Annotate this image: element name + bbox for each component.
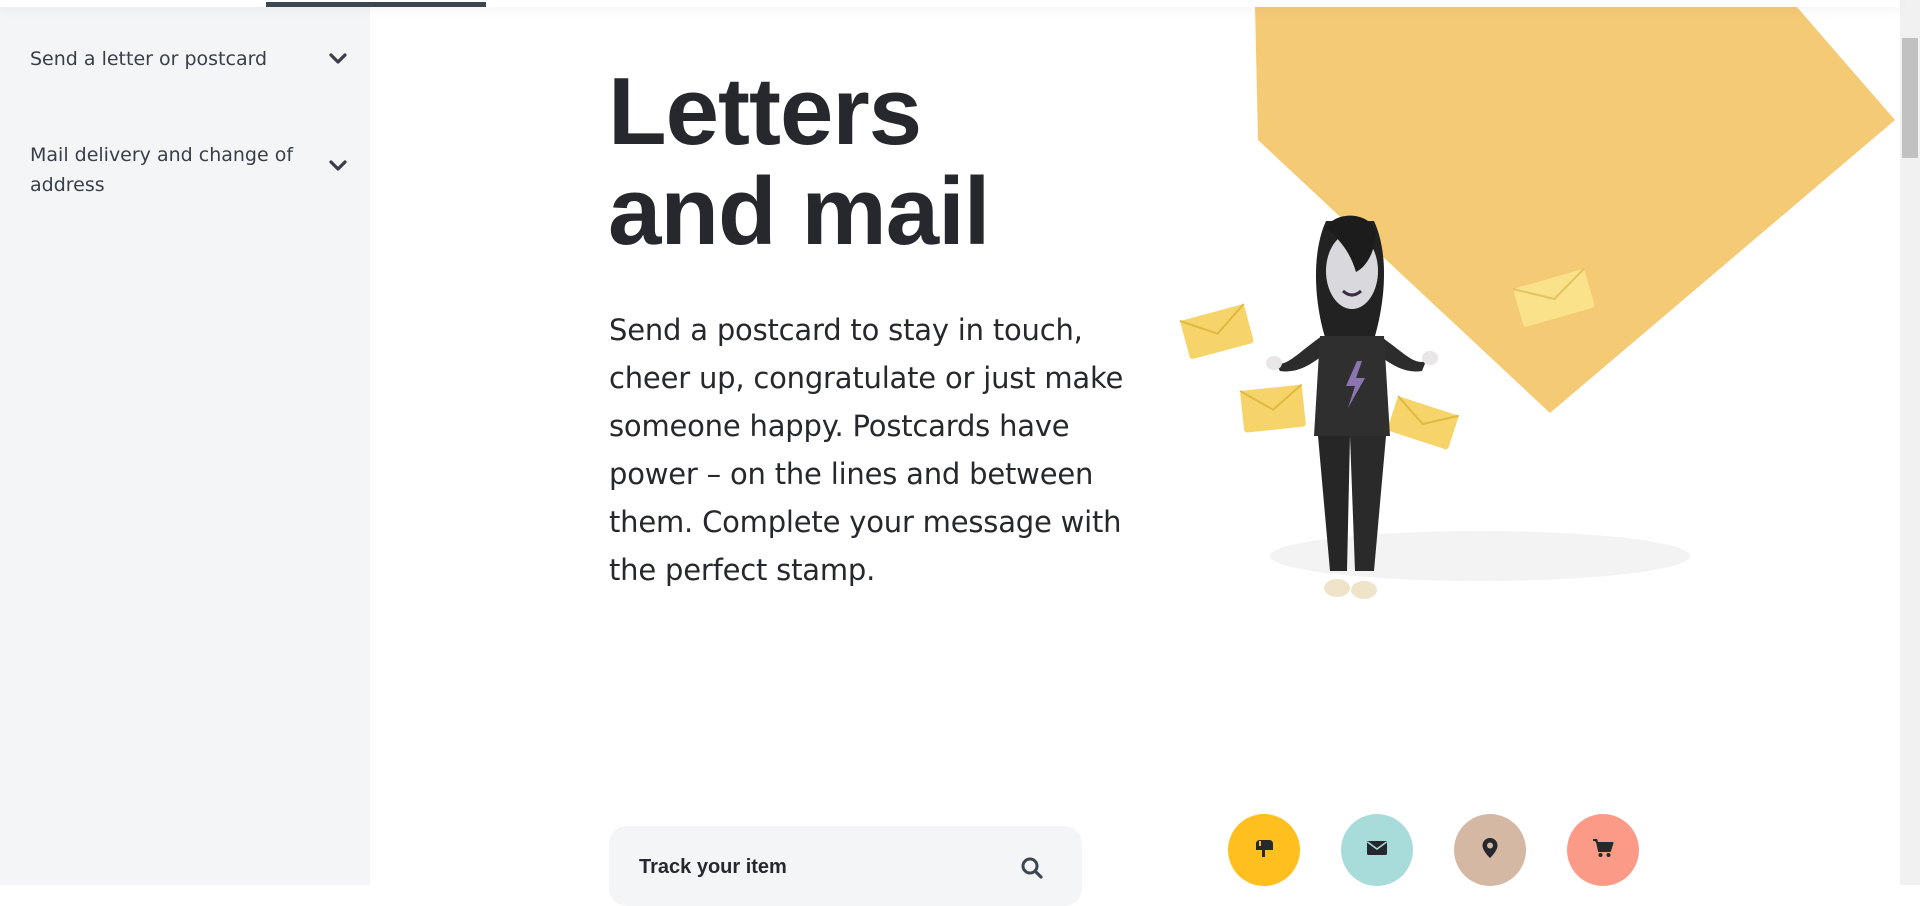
envelope-icon <box>1366 840 1388 860</box>
sidebar: Send a letter or postcard Mail delivery … <box>0 0 370 885</box>
page-title: Letters and mail <box>608 62 1128 262</box>
sidebar-item-send-letter[interactable]: Send a letter or postcard <box>30 44 350 74</box>
track-item-box[interactable]: Track your item <box>609 826 1082 906</box>
cart-icon <box>1592 838 1614 862</box>
quick-link-mailbox[interactable] <box>1228 814 1300 886</box>
quick-link-cart[interactable] <box>1567 814 1639 886</box>
location-pin-icon <box>1481 837 1499 863</box>
sidebar-item-label: Mail delivery and change of address <box>30 144 294 196</box>
envelope-icon <box>1239 383 1306 433</box>
page-title-line-1: Letters <box>608 58 922 165</box>
sidebar-item-mail-delivery[interactable]: Mail delivery and change of address <box>30 140 350 200</box>
track-item-label: Track your item <box>639 856 787 878</box>
hero-description: Send a postcard to stay in touch, cheer … <box>609 313 1124 587</box>
hero-illustration <box>1150 6 1900 616</box>
mailbox-icon <box>1253 838 1275 862</box>
chevron-down-icon <box>326 47 350 71</box>
envelope-icon <box>1387 395 1460 450</box>
scrollbar-thumb[interactable] <box>1902 38 1918 158</box>
quick-link-envelope[interactable] <box>1341 814 1413 886</box>
top-navigation-bar <box>0 0 1900 7</box>
sidebar-item-label: Send a letter or postcard <box>30 48 268 70</box>
quick-link-location[interactable] <box>1454 814 1526 886</box>
active-tab-indicator <box>266 2 486 7</box>
chevron-down-icon <box>326 154 350 178</box>
page-title-line-2: and mail <box>608 158 990 265</box>
search-icon[interactable] <box>1020 856 1044 884</box>
envelope-icon <box>1179 303 1254 359</box>
